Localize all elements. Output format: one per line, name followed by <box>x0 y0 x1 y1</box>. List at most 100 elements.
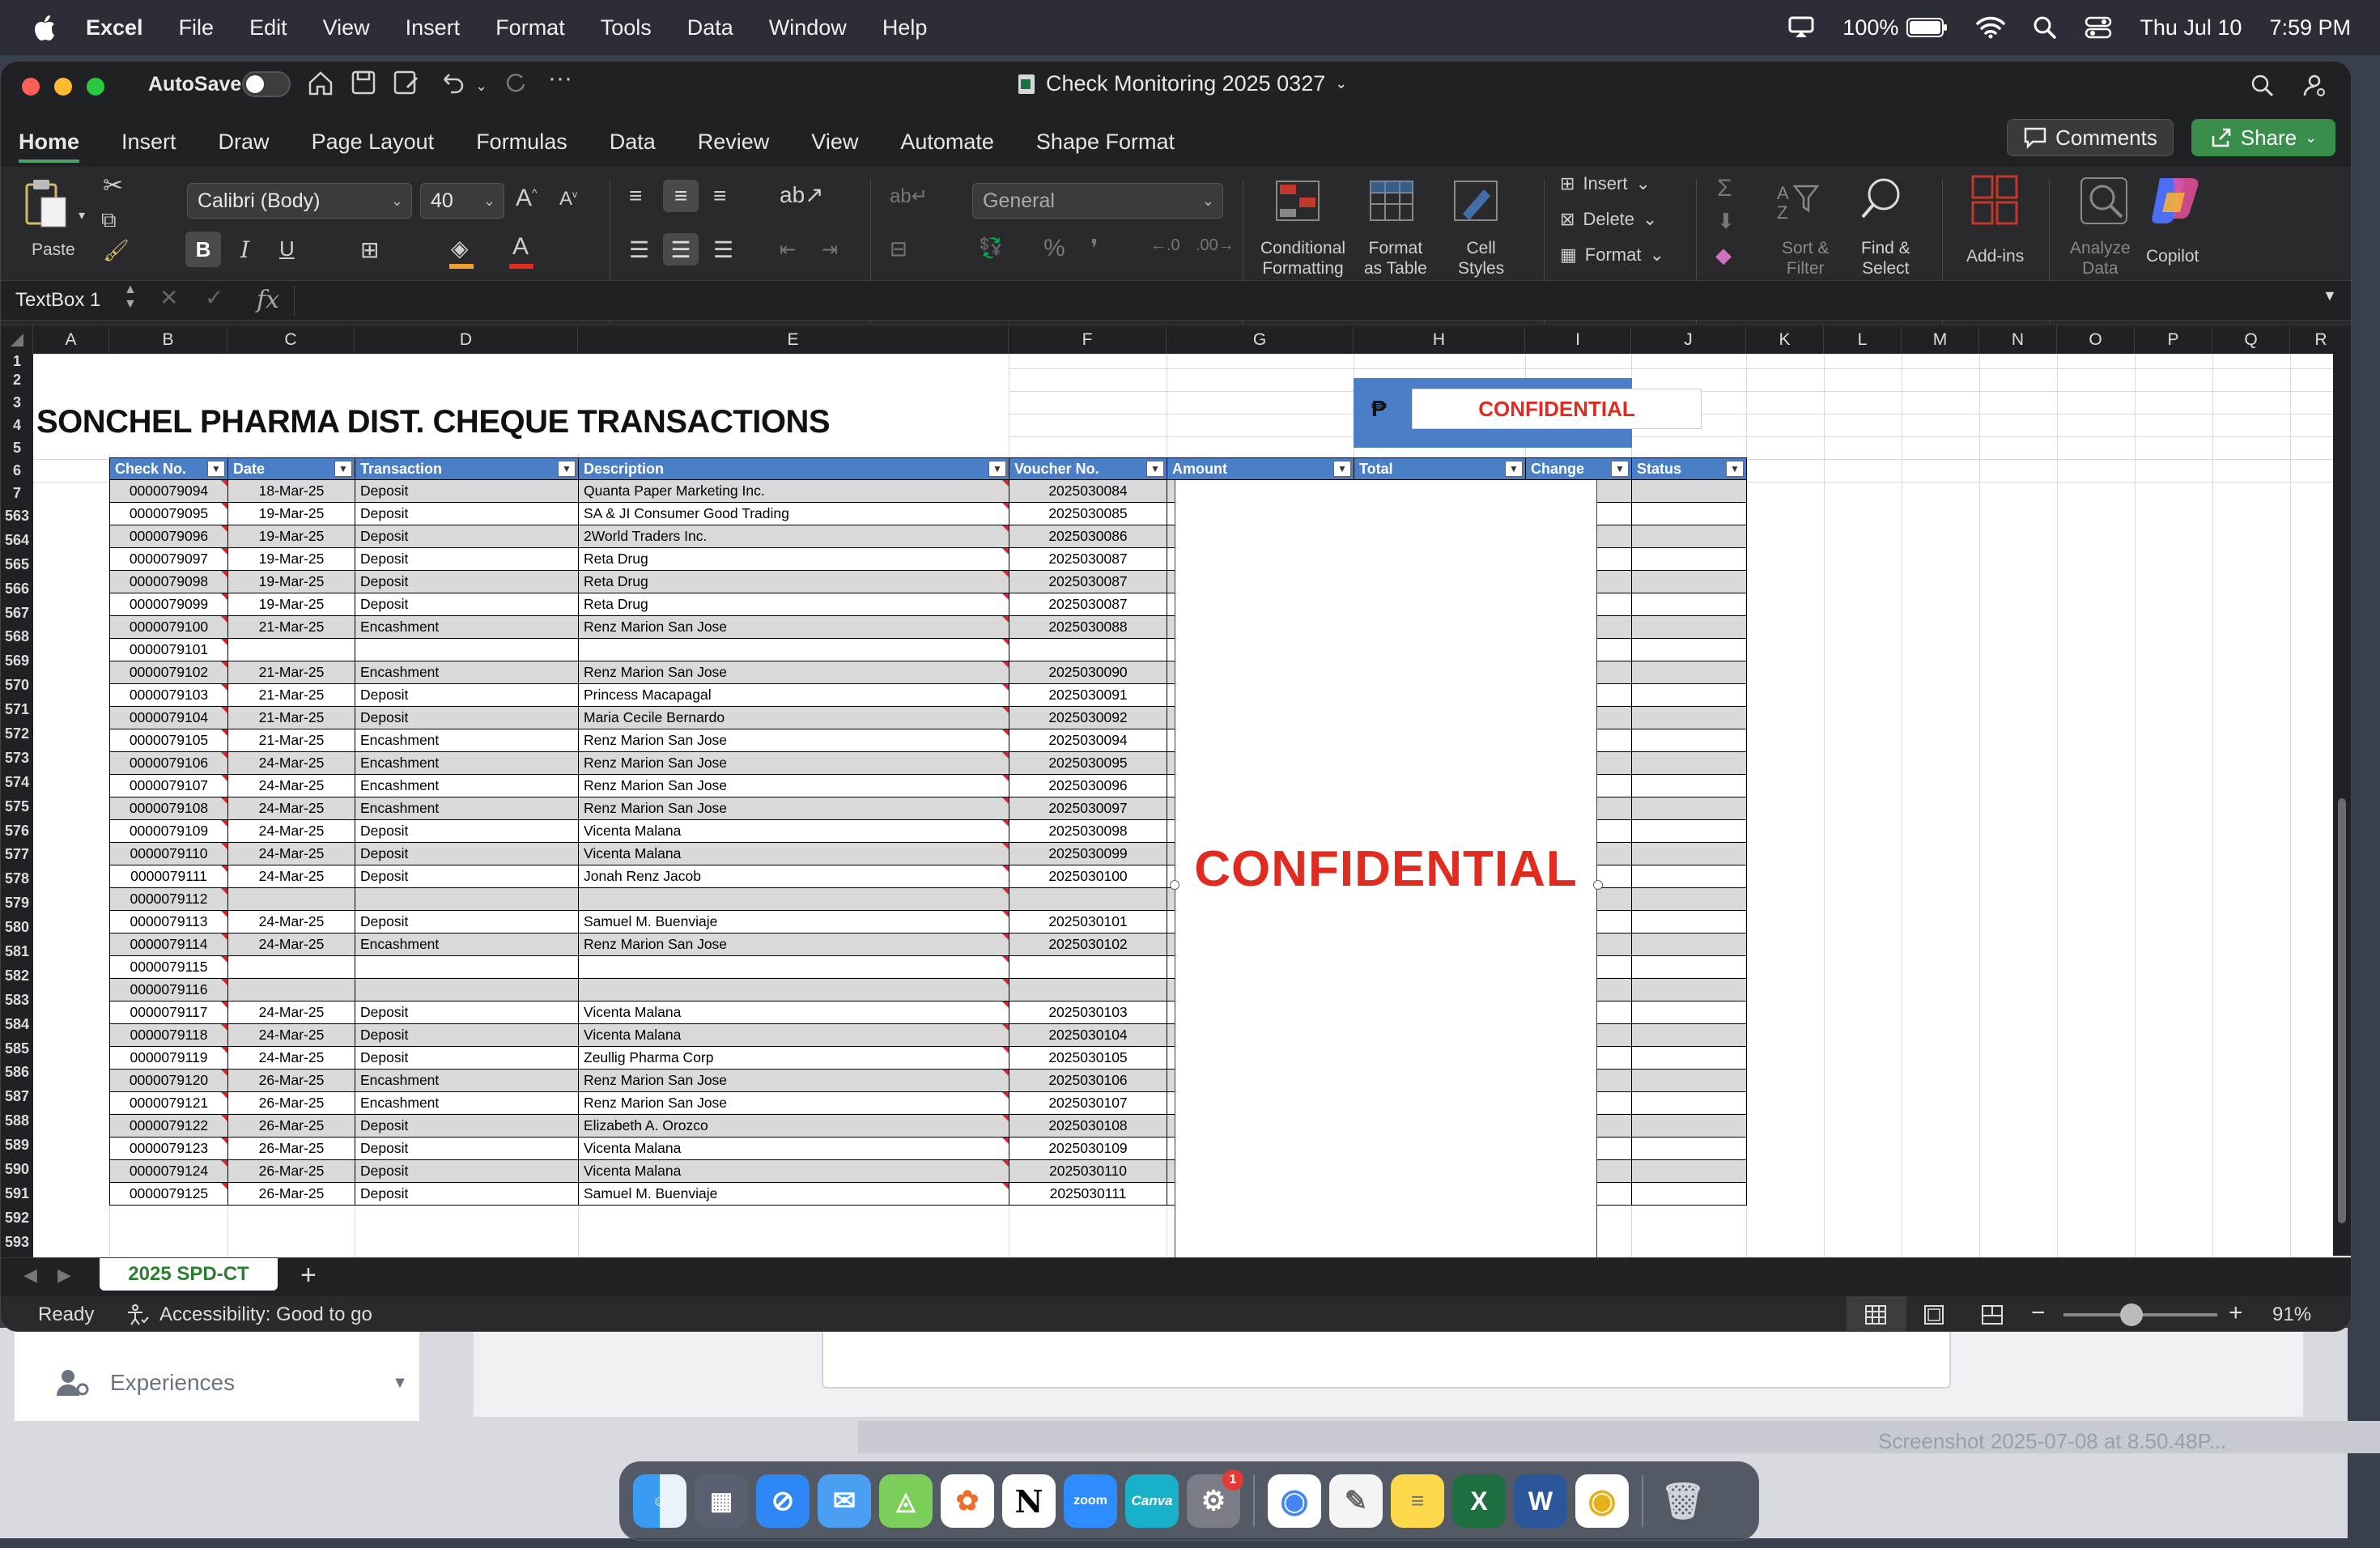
column-header-k[interactable]: K <box>1746 326 1824 354</box>
cell-date[interactable] <box>227 978 355 1002</box>
fill-icon[interactable]: ⬇ <box>1717 209 1735 234</box>
cell-date[interactable]: 24-Mar-25 <box>227 1046 355 1070</box>
menu-data[interactable]: Data <box>687 15 733 40</box>
cell-check-no[interactable]: 0000079106 <box>109 751 228 775</box>
sidebar-item-experiences[interactable]: Experiences ▼ <box>55 1368 408 1397</box>
row-header[interactable]: 575 <box>1 795 33 819</box>
cell-check-no[interactable]: 0000079098 <box>109 570 228 593</box>
cell-description[interactable]: Zeullig Pharma Corp <box>578 1046 1009 1070</box>
cell-transaction[interactable] <box>355 887 579 911</box>
filter-dropdown-icon[interactable]: ▼ <box>1146 461 1164 477</box>
column-header-n[interactable]: N <box>1979 326 2057 354</box>
column-header-r[interactable]: R <box>2290 326 2351 354</box>
column-header-i[interactable]: I <box>1525 326 1631 354</box>
cell-voucher-no[interactable]: 2025030087 <box>1009 547 1167 571</box>
italic-button[interactable]: I <box>240 236 249 263</box>
column-header-b[interactable]: B <box>109 326 227 354</box>
align-right-icon[interactable]: ☰ <box>713 236 733 263</box>
cell-date[interactable]: 26-Mar-25 <box>227 1137 355 1160</box>
cell-description[interactable]: Maria Cecile Bernardo <box>578 706 1009 729</box>
analyze-data-label[interactable]: Analyze Data <box>2070 238 2131 279</box>
sort-filter-icon[interactable]: AZ <box>1775 178 1822 223</box>
trash-icon[interactable]: 🗑 <box>1656 1474 1710 1528</box>
cell-date[interactable]: 24-Mar-25 <box>227 1001 355 1024</box>
cell-date[interactable]: 26-Mar-25 <box>227 1091 355 1115</box>
row-header[interactable]: 581 <box>1 940 33 964</box>
cell-date[interactable]: 21-Mar-25 <box>227 661 355 684</box>
cell-transaction[interactable]: Deposit <box>355 1023 579 1047</box>
system-settings-icon[interactable]: ⚙ 1 <box>1187 1469 1243 1528</box>
cell-check-no[interactable]: 0000079103 <box>109 683 228 707</box>
cell-status[interactable] <box>1631 1091 1747 1115</box>
finder-icon[interactable]: ☺ <box>633 1474 686 1528</box>
copilot-label[interactable]: Copilot <box>2146 246 2199 266</box>
column-header-m[interactable]: M <box>1902 326 1979 354</box>
cell-check-no[interactable]: 0000079100 <box>109 615 228 639</box>
row-header[interactable]: 585 <box>1 1037 33 1061</box>
paste-dropdown-icon[interactable]: ▾ <box>79 207 85 223</box>
tab-data[interactable]: Data <box>610 130 656 155</box>
cell-date[interactable]: 24-Mar-25 <box>227 751 355 775</box>
cell-check-no[interactable]: 0000079108 <box>109 797 228 820</box>
row-header[interactable]: 589 <box>1 1133 33 1158</box>
cell-check-no[interactable]: 0000079113 <box>109 910 228 933</box>
cell-transaction[interactable]: Deposit <box>355 819 579 843</box>
header-status[interactable]: Status ▼ <box>1631 457 1747 480</box>
row-header[interactable]: 591 <box>1 1182 33 1206</box>
cell-description[interactable]: Renz Marion San Jose <box>578 774 1009 797</box>
accessibility-status[interactable]: Accessibility: Good to go <box>125 1303 372 1326</box>
tab-automate[interactable]: Automate <box>900 130 994 155</box>
cell-date[interactable]: 26-Mar-25 <box>227 1069 355 1092</box>
cell-description[interactable]: Samuel M. Buenviaje <box>578 1182 1009 1206</box>
cell-voucher-no[interactable] <box>1009 638 1167 661</box>
cell-transaction[interactable]: Encashment <box>355 729 579 752</box>
wifi-icon[interactable] <box>1976 16 2006 39</box>
formula-input[interactable] <box>294 286 2326 317</box>
cell-date[interactable]: 21-Mar-25 <box>227 729 355 752</box>
merge-center-icon[interactable]: ⊟ <box>890 236 907 262</box>
cell-description[interactable] <box>578 955 1009 979</box>
cell-description[interactable]: Jonah Renz Jacob <box>578 865 1009 888</box>
zoom-icon[interactable]: zoom <box>1064 1474 1117 1528</box>
menu-insert[interactable]: Insert <box>406 15 461 40</box>
align-bottom-icon[interactable]: ≡ <box>713 183 726 209</box>
row-header[interactable]: 584 <box>1 1013 33 1037</box>
align-middle-button[interactable]: ≡ <box>663 180 699 212</box>
filter-dropdown-icon[interactable]: ▼ <box>988 461 1006 477</box>
cell-voucher-no[interactable] <box>1009 955 1167 979</box>
cell-description[interactable]: Vicenta Malana <box>578 819 1009 843</box>
cell-check-no[interactable]: 0000079109 <box>109 819 228 843</box>
cell-date[interactable]: 24-Mar-25 <box>227 910 355 933</box>
menu-tools[interactable]: Tools <box>601 15 652 40</box>
cell-check-no[interactable]: 0000079116 <box>109 978 228 1002</box>
cell-date[interactable]: 19-Mar-25 <box>227 547 355 571</box>
cell-transaction[interactable]: Deposit <box>355 706 579 729</box>
cell-status[interactable] <box>1631 638 1747 661</box>
align-top-icon[interactable]: ≡ <box>629 183 642 209</box>
cell-check-no[interactable]: 0000079125 <box>109 1182 228 1206</box>
spreadsheet-grid[interactable]: A B C D E F G H I J K L M N O P Q R 1 2 … <box>1 326 2351 1257</box>
font-color-icon[interactable]: A <box>512 233 529 261</box>
cell-voucher-no[interactable]: 2025030098 <box>1009 819 1167 843</box>
confidential-label-small[interactable]: CONFIDENTIAL <box>1412 389 1702 429</box>
column-header-l[interactable]: L <box>1824 326 1902 354</box>
clear-icon[interactable]: ◆ <box>1715 243 1732 268</box>
cell-voucher-no[interactable] <box>1009 887 1167 911</box>
page-break-view-icon[interactable] <box>1981 1304 2004 1325</box>
number-format-select[interactable]: General ⌄ <box>972 183 1223 219</box>
cell-status[interactable] <box>1631 887 1747 911</box>
header-voucher-no[interactable]: Voucher No. ▼ <box>1009 457 1167 480</box>
underline-button[interactable]: U <box>279 236 295 262</box>
cell-status[interactable] <box>1631 842 1747 865</box>
cell-transaction[interactable]: Deposit <box>355 1001 579 1024</box>
row-header[interactable]: 573 <box>1 746 33 771</box>
column-header-a[interactable]: A <box>33 326 109 354</box>
tab-review[interactable]: Review <box>698 130 770 155</box>
tab-shape-format[interactable]: Shape Format <box>1036 130 1175 155</box>
column-header-g[interactable]: G <box>1167 326 1354 354</box>
cell-status[interactable] <box>1631 797 1747 820</box>
menu-help[interactable]: Help <box>882 15 928 40</box>
cell-transaction[interactable]: Deposit <box>355 547 579 571</box>
cell-check-no[interactable]: 0000079121 <box>109 1091 228 1115</box>
decrease-indent-icon[interactable]: ⇤ <box>780 238 796 262</box>
